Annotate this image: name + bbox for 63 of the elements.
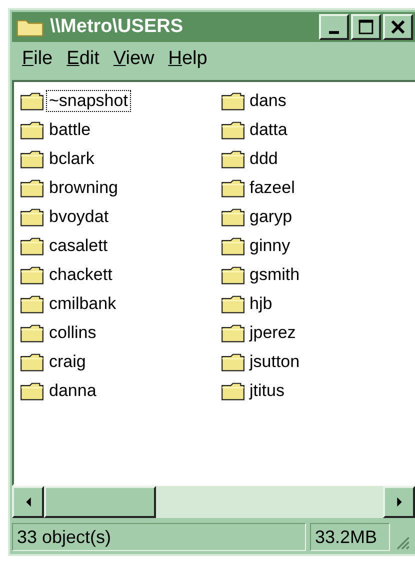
folder-icon [20,148,44,168]
menu-item[interactable]: File [22,48,53,72]
folder-name[interactable]: browning [46,176,121,198]
folder-name[interactable]: gsmith [246,264,303,286]
folder-icon [20,236,44,256]
folder-name[interactable]: ginny [246,234,294,256]
scroll-right-button[interactable] [383,486,415,518]
folder-icon [20,380,44,400]
folder-name[interactable]: fazeel [246,176,298,198]
folder-icon [220,178,244,198]
close-button[interactable] [383,14,413,40]
folder-name[interactable]: collins [46,322,100,344]
folder-name[interactable]: garyp [246,206,296,228]
folder-name[interactable]: danna [46,380,100,402]
folder-icon [220,322,244,342]
folder-icon [220,352,244,372]
folder-icon [20,264,44,284]
right-arrow-icon [396,497,402,507]
folder-icon [220,294,244,314]
folder-icon [20,206,44,226]
folder-icon [20,294,44,314]
folder-name[interactable]: jperez [246,322,299,344]
folder-name[interactable]: craig [46,350,89,372]
menu-item[interactable]: Help [168,48,208,72]
folder-name[interactable]: cmilbank [46,292,120,314]
folder-icon [220,148,244,168]
left-arrow-icon [24,497,32,507]
folder-icon [220,236,244,256]
minimize-button[interactable] [319,14,349,40]
scroll-left-button[interactable] [12,486,44,518]
folder-icon [220,90,244,110]
folder-name[interactable]: bvoydat [46,206,112,228]
folder-icon [220,120,244,140]
folder-icon [20,352,44,372]
folder-icon [220,264,244,284]
minimize-icon [329,30,339,34]
folder-icon [220,380,244,400]
folder-icon [20,322,44,342]
folder-name[interactable]: jsutton [246,350,303,372]
resize-grip-icon[interactable] [394,534,410,550]
folder-name[interactable]: ~snapshot [46,90,131,112]
folder-name[interactable]: hjb [246,292,276,314]
menu-item[interactable]: Edit [66,48,100,72]
menu-item[interactable]: View [113,48,154,72]
folder-name[interactable]: dans [246,90,290,112]
folder-name[interactable]: ddd [246,148,281,170]
maximize-icon [356,18,376,36]
folder-icon [20,120,44,140]
scroll-thumb[interactable] [44,486,156,518]
horizontal-scrollbar[interactable] [12,486,415,518]
folder-name[interactable]: datta [246,118,290,140]
folder-name[interactable]: casalett [46,234,111,256]
folder-name[interactable]: chackett [46,264,116,286]
folder-icon [20,178,44,198]
object-count: 33 object(s) [12,523,306,551]
folder-icon [20,90,44,110]
window-title: \\Metro\USERS [50,16,184,38]
folder-name[interactable]: battle [46,118,94,140]
total-size: 33.2MB [310,523,390,551]
folder-name[interactable]: jtitus [246,380,288,402]
folder-icon [220,206,244,226]
maximize-button[interactable] [351,14,381,40]
folder-name[interactable]: bclark [46,148,98,170]
